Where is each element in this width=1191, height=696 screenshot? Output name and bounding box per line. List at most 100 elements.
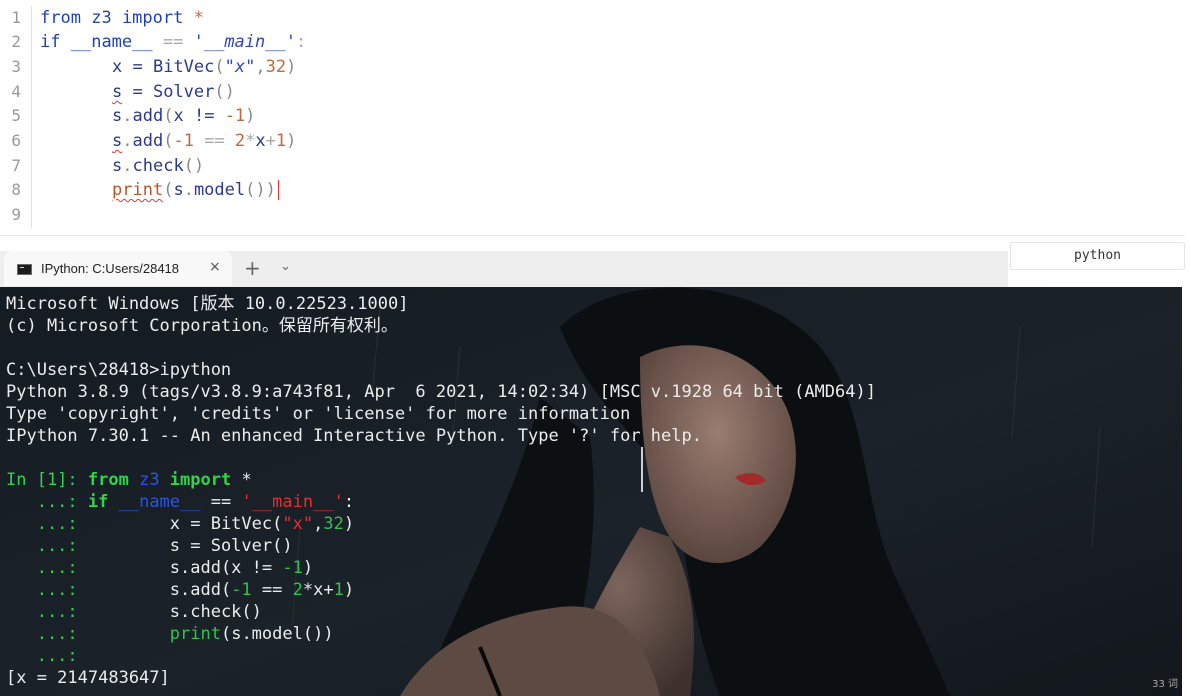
continuation-prompt: ...:	[6, 646, 88, 666]
identifier-x: x	[255, 131, 266, 151]
number-32: 32	[265, 57, 287, 77]
operator-ne: !=	[183, 106, 225, 126]
number-32: 32	[323, 514, 344, 534]
identifier-s: s	[173, 180, 184, 200]
dot-token: .	[183, 180, 194, 200]
func-check: check	[132, 156, 184, 176]
func-print: print	[169, 624, 221, 644]
code-line-5[interactable]: s.add(x != -1)	[112, 104, 255, 128]
code-line-7[interactable]: s.check()	[112, 154, 204, 178]
line-number: 8	[11, 180, 21, 199]
identifier-x: x	[173, 106, 184, 126]
code-line-8[interactable]: print(s.model())	[112, 178, 279, 202]
operator-eq: ==	[193, 131, 235, 151]
star-token: *	[193, 8, 204, 28]
dunder-name: __name__	[118, 492, 201, 512]
keyword-if: if	[40, 32, 61, 52]
terminal-window[interactable]: Microsoft Windows [版本 10.0.22523.1000] (…	[0, 287, 1182, 696]
continuation-prompt: ...:	[6, 602, 88, 622]
func-print: print	[112, 180, 164, 200]
input-prompt: In [1]:	[6, 470, 88, 490]
module-name: z3	[91, 8, 112, 28]
operator-plus: +	[265, 131, 276, 151]
terminal-line: IPython 7.30.1 -- An enhanced Interactiv…	[6, 426, 702, 446]
continuation-prompt: ...:	[6, 558, 88, 578]
parens-token: ()	[214, 82, 235, 102]
dot-token: .	[122, 131, 133, 151]
close-icon[interactable]: ×	[209, 259, 221, 275]
terminal-line: Microsoft Windows [版本 10.0.22523.1000]	[6, 294, 409, 314]
ipython-continuation-line: ...: x = BitVec("x",32)	[6, 513, 876, 535]
ipython-output: [x = 2147483647]	[6, 668, 170, 688]
number-1: 1	[333, 580, 344, 600]
keyword-if: if	[87, 492, 119, 512]
paren-close: )	[302, 558, 314, 578]
tab-ipython[interactable]: IPython: C:Users/28418 ×	[4, 251, 232, 286]
new-tab-button[interactable]: +	[244, 256, 261, 280]
continuation-prompt: ...:	[6, 492, 88, 512]
line-number: 1	[11, 8, 21, 27]
parens-token: ()	[183, 156, 205, 176]
ipython-continuation-line: ...:	[6, 645, 876, 667]
identifier-s: s	[112, 106, 123, 126]
identifier-s: s	[112, 82, 123, 102]
code-editor[interactable]: 1 2 3 4 5 6 7 8 9 from z3 import * if __…	[0, 0, 1185, 236]
ipython-input-line: In [1]: from z3 import *	[6, 469, 876, 491]
text-caret	[277, 180, 279, 200]
number-2: 2	[234, 131, 246, 151]
terminal-line: (c) Microsoft Corporation。保留所有权利。	[6, 316, 398, 336]
code-line-4[interactable]: s = Solver()	[112, 80, 235, 104]
line-number: 4	[11, 82, 21, 101]
code-text: x = BitVec(	[87, 514, 283, 534]
operator-eq: ==	[162, 32, 184, 52]
assign-token: =	[122, 57, 153, 77]
paren-close: )	[245, 106, 256, 126]
line-number: 5	[11, 106, 21, 125]
ipython-continuation-line: ...: s = Solver()	[6, 535, 876, 557]
ipython-continuation-line: ...: s.add(-1 == 2*x+1)	[6, 579, 876, 601]
continuation-prompt: ...:	[6, 624, 88, 644]
operator-eq: ==	[251, 580, 293, 600]
code-text: s.add(	[87, 580, 232, 600]
paren-close: )	[286, 131, 297, 151]
func-bitvec: BitVec	[152, 57, 215, 77]
func-model: model	[193, 180, 246, 200]
continuation-prompt: ...:	[6, 514, 88, 534]
code-line-3[interactable]: x = BitVec("x",32)	[112, 55, 296, 79]
module-name: z3	[128, 470, 170, 490]
terminal-line: C:\Users\28418>ipython	[6, 360, 232, 380]
terminal-icon	[17, 264, 32, 275]
keyword-import: import	[121, 8, 184, 28]
identifier-x: x	[112, 57, 123, 77]
code-text: (s.model())	[220, 624, 334, 644]
ipython-continuation-line: ...: print(s.model())	[6, 623, 876, 645]
code-line-6[interactable]: s.add(-1 == 2*x+1)	[112, 129, 296, 153]
number-neg1: -1	[231, 580, 252, 600]
string-x: "x"	[224, 57, 256, 77]
keyword-from: from	[87, 470, 129, 490]
language-selector[interactable]: python	[1010, 242, 1185, 270]
colon-token: :	[295, 32, 307, 52]
identifier-s: s	[112, 131, 123, 151]
code-text: s = Solver()	[87, 536, 293, 556]
word-count: 33 词	[1152, 679, 1178, 690]
terminal-line: Type 'copyright', 'credits' or 'license'…	[6, 404, 631, 424]
line-number: 6	[11, 131, 21, 150]
tab-title: IPython: C:Users/28418	[41, 261, 180, 276]
code-line-2[interactable]: if __name__ == '__main__':	[40, 30, 306, 54]
paren-close: )	[343, 514, 355, 534]
dunder-name: __name__	[70, 32, 153, 52]
code-line-1[interactable]: from z3 import *	[40, 6, 204, 30]
ipython-continuation-line: ...: s.check()	[6, 601, 876, 623]
line-number: 3	[11, 57, 21, 76]
comma-token: ,	[255, 57, 266, 77]
code-text: s.check()	[87, 602, 262, 622]
chevron-down-icon[interactable]: ⌄	[280, 259, 291, 274]
paren-open: (	[214, 57, 225, 77]
keyword-from: from	[40, 8, 81, 28]
ipython-continuation-line: ...: s.add(x != -1)	[6, 557, 876, 579]
number-neg1: -1	[282, 558, 303, 578]
line-number: 2	[11, 32, 21, 51]
